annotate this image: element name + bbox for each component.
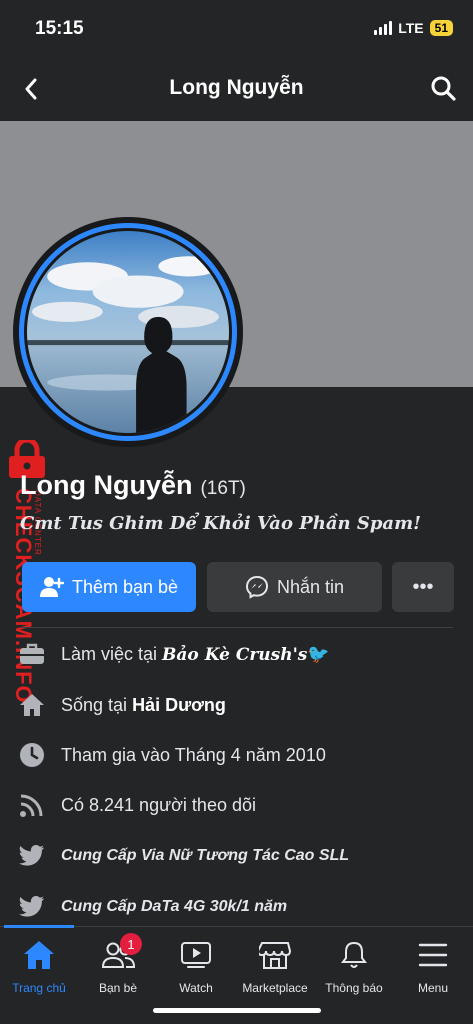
signal-icon	[374, 21, 393, 35]
add-friend-label: Thêm bạn bè	[71, 576, 179, 597]
profile-avatar[interactable]	[13, 217, 243, 447]
friends-badge: 1	[120, 933, 142, 955]
detail-joined: Tham gia vào Tháng 4 năm 2010	[0, 730, 473, 780]
twitter-icon	[18, 893, 46, 921]
profile-bio: Cmt Tus Ghim Dể Khỏi Vào Phần Spam!	[20, 513, 422, 534]
tab-friends-label: Bạn bè	[98, 981, 138, 995]
detail-link-1-text: Cung Cấp Via Nữ Tương Tác Cao SLL	[61, 847, 350, 864]
battery-icon: 51	[429, 20, 453, 36]
story-ring	[19, 223, 237, 441]
search-icon	[431, 76, 456, 101]
divider	[20, 627, 453, 628]
menu-icon	[415, 937, 451, 973]
add-friend-icon	[39, 577, 64, 597]
marketplace-icon	[257, 937, 293, 973]
more-options-button[interactable]: •••	[392, 562, 454, 612]
tab-notifications[interactable]: Thông báo	[315, 937, 393, 1007]
briefcase-icon	[18, 640, 46, 668]
tab-menu-label: Menu	[417, 981, 449, 995]
detail-work-text: Làm việc tại Bảo Kè Crush's🐦	[61, 643, 330, 665]
clock-icon	[18, 741, 46, 769]
home-icon	[18, 691, 46, 719]
home-tab-icon	[21, 937, 57, 973]
nav-bar: Long Nguyễn	[0, 58, 473, 120]
tab-home[interactable]: Trang chủ	[0, 937, 78, 1007]
rss-icon	[18, 791, 46, 819]
profile-name: Long Nguyễn (16T)	[20, 470, 246, 501]
detail-location-text: Sống tại Hải Dương	[61, 694, 226, 715]
bell-icon	[336, 937, 372, 973]
nav-title: Long Nguyễn	[169, 76, 304, 99]
tab-notifications-label: Thông báo	[325, 981, 383, 995]
friends-icon: 1	[100, 933, 142, 973]
detail-location[interactable]: Sống tại Hải Dương	[0, 680, 473, 730]
message-label: Nhắn tin	[276, 576, 345, 597]
avatar-image	[27, 231, 229, 433]
status-time: 15:15	[35, 18, 84, 39]
detail-joined-text: Tham gia vào Tháng 4 năm 2010	[61, 744, 326, 765]
message-button[interactable]: Nhắn tin	[207, 562, 382, 612]
network-type: LTE	[398, 20, 424, 36]
active-tab-indicator	[4, 925, 74, 928]
detail-link-1[interactable]: Cung Cấp Via Nữ Tương Tác Cao SLL	[0, 831, 473, 881]
home-indicator[interactable]	[153, 1008, 321, 1013]
tab-marketplace-label: Marketplace	[242, 981, 308, 995]
add-friend-button[interactable]: Thêm bạn bè	[22, 562, 196, 612]
tab-watch-label: Watch	[179, 981, 213, 995]
search-button[interactable]	[427, 72, 459, 104]
status-indicators: LTE 51	[374, 20, 453, 36]
messenger-icon	[245, 575, 268, 599]
detail-followers[interactable]: Có 8.241 người theo dõi	[0, 780, 473, 830]
status-bar: 15:15 LTE 51	[0, 0, 473, 58]
profile-nickname: (16T)	[200, 478, 246, 499]
twitter-icon	[18, 842, 46, 870]
tab-marketplace[interactable]: Marketplace	[236, 937, 314, 1007]
tab-home-label: Trang chủ	[12, 981, 66, 995]
profile-name-text: Long Nguyễn	[20, 470, 193, 500]
detail-work[interactable]: Làm việc tại Bảo Kè Crush's🐦	[0, 629, 473, 679]
detail-link-2-text: Cung Cấp DaTa 4G 30k/1 năm	[61, 898, 288, 915]
watch-icon	[178, 937, 214, 973]
detail-followers-text: Có 8.241 người theo dõi	[61, 794, 256, 815]
profile-actions: Thêm bạn bè Nhắn tin •••	[22, 562, 454, 612]
tab-friends[interactable]: 1 Bạn bè	[79, 933, 157, 1007]
tab-menu[interactable]: Menu	[394, 937, 472, 1007]
tab-watch[interactable]: Watch	[157, 937, 235, 1007]
more-icon: •••	[412, 575, 434, 598]
